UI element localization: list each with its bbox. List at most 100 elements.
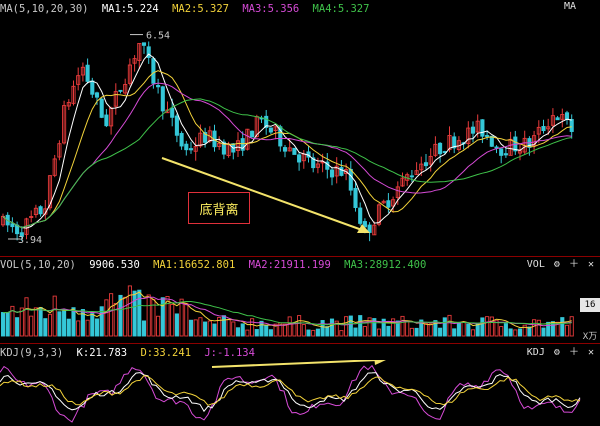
kdj-chart[interactable] — [0, 360, 600, 426]
volume-chart[interactable] — [0, 270, 600, 338]
candle-down — [470, 126, 476, 134]
volume-bar-up — [447, 314, 452, 337]
volume-bar-down — [5, 312, 10, 337]
volume-bar-up — [489, 316, 494, 337]
candle-down — [358, 207, 363, 224]
volume-bar-up — [297, 315, 302, 337]
volume-bar-up — [146, 294, 151, 337]
close-icon[interactable]: ✕ — [588, 347, 594, 358]
volume-bar-down — [160, 297, 165, 337]
volume-bar-down — [329, 318, 335, 337]
add-icon[interactable]: ＋ — [569, 259, 579, 270]
kdj-indicator-label[interactable]: KDJ(9,3,3) — [0, 347, 63, 359]
add-icon[interactable]: ＋ — [569, 347, 579, 358]
volume-bar-down — [315, 328, 320, 337]
volume-bar-up — [245, 329, 250, 337]
candle-down — [386, 200, 391, 208]
volume-bar-up — [339, 330, 344, 337]
candle-down — [485, 135, 490, 137]
volume-bar-up — [184, 302, 189, 337]
candle-down — [38, 206, 43, 215]
candle-down — [353, 187, 358, 208]
candle-down — [297, 154, 302, 163]
candle-down — [151, 58, 156, 84]
volume-bar-down — [353, 327, 358, 337]
volume-bar-down — [137, 289, 142, 337]
kdj-d-value: D:33.241 — [140, 347, 192, 359]
volume-bar-up — [362, 326, 367, 337]
volume-bar-up — [33, 307, 38, 337]
volume-bar-down — [358, 315, 363, 337]
volume-bar-down — [259, 320, 264, 337]
candle-down — [438, 142, 443, 155]
candle-down — [250, 130, 255, 138]
candle-down — [85, 64, 90, 82]
volume-bar-down — [212, 323, 217, 337]
kdj-panel-menu[interactable]: KDJ — [527, 347, 545, 358]
candle-down — [329, 169, 335, 178]
low-price-label: 3.94 — [18, 235, 42, 246]
volume-bar-down — [386, 325, 391, 337]
gear-icon[interactable]: ⚙ — [554, 347, 560, 358]
volume-bar-down — [71, 307, 76, 337]
candle-down — [104, 114, 109, 127]
kdj-d-line — [0, 375, 581, 406]
candle-down — [118, 89, 123, 92]
volume-bar-down — [240, 323, 245, 337]
volume-bar-up — [461, 321, 466, 337]
kdj-indicator-header: KDJ(9,3,3) K:21.783 D:33.241 J:-1.134 — [0, 346, 262, 360]
candle-down — [170, 107, 175, 118]
volume-bar-up — [179, 298, 184, 337]
candle-down — [555, 117, 560, 121]
volume-bar-up — [311, 329, 316, 337]
volume-bar-up — [250, 318, 255, 337]
vol-panel-menu[interactable]: VOL — [527, 259, 545, 270]
volume-bar-down — [132, 290, 137, 337]
gear-icon[interactable]: ⚙ — [554, 259, 560, 270]
volume-bar-up — [226, 318, 231, 337]
candle-down — [10, 223, 15, 228]
ma-panel-menu[interactable]: MA — [564, 0, 576, 14]
volume-bar-up — [85, 319, 90, 337]
volume-bar-up — [423, 323, 429, 337]
volume-bar-down — [442, 317, 447, 337]
price-chart[interactable]: 6.54 3.94 — [0, 14, 600, 256]
kdj-divergence-arrow-head — [374, 360, 386, 365]
volume-bar-up — [287, 316, 292, 337]
volume-bar-down — [203, 321, 208, 337]
volume-bar-down — [475, 323, 480, 337]
volume-bar-up — [19, 307, 24, 337]
volume-bar-down — [90, 313, 95, 337]
volume-bar-down — [221, 315, 226, 337]
volume-bar-up — [532, 319, 537, 337]
volume-bar-up — [536, 319, 541, 337]
candle-down — [94, 92, 100, 98]
volume-bar-up — [376, 328, 382, 337]
panel-divider — [0, 343, 600, 344]
volume-bar-up — [569, 316, 574, 337]
volume-bar-up — [127, 285, 132, 337]
volume-bar-up — [198, 317, 203, 337]
candle-down — [282, 147, 288, 152]
volume-bar-down — [456, 322, 461, 337]
candle-down — [268, 127, 273, 133]
volume-bar-down — [62, 310, 67, 337]
volume-bar-down — [141, 320, 147, 337]
candle-down — [494, 146, 499, 149]
volume-bar-up — [231, 321, 236, 337]
close-icon[interactable]: ✕ — [588, 259, 594, 270]
candle-down — [489, 135, 494, 147]
candle-down — [156, 84, 161, 88]
volume-bar-down — [438, 327, 443, 337]
candle-down — [179, 133, 184, 147]
candle-down — [480, 119, 485, 137]
volume-bar-up — [76, 320, 81, 337]
kdj-k-value: K:21.783 — [76, 347, 128, 359]
panel-divider — [0, 256, 600, 257]
high-price-label: 6.54 — [146, 31, 170, 42]
candle-down — [99, 98, 104, 118]
candle-down — [184, 143, 189, 151]
volume-bar-down — [503, 323, 508, 337]
volume-bar-down — [94, 318, 100, 337]
volume-bar-down — [268, 329, 273, 337]
